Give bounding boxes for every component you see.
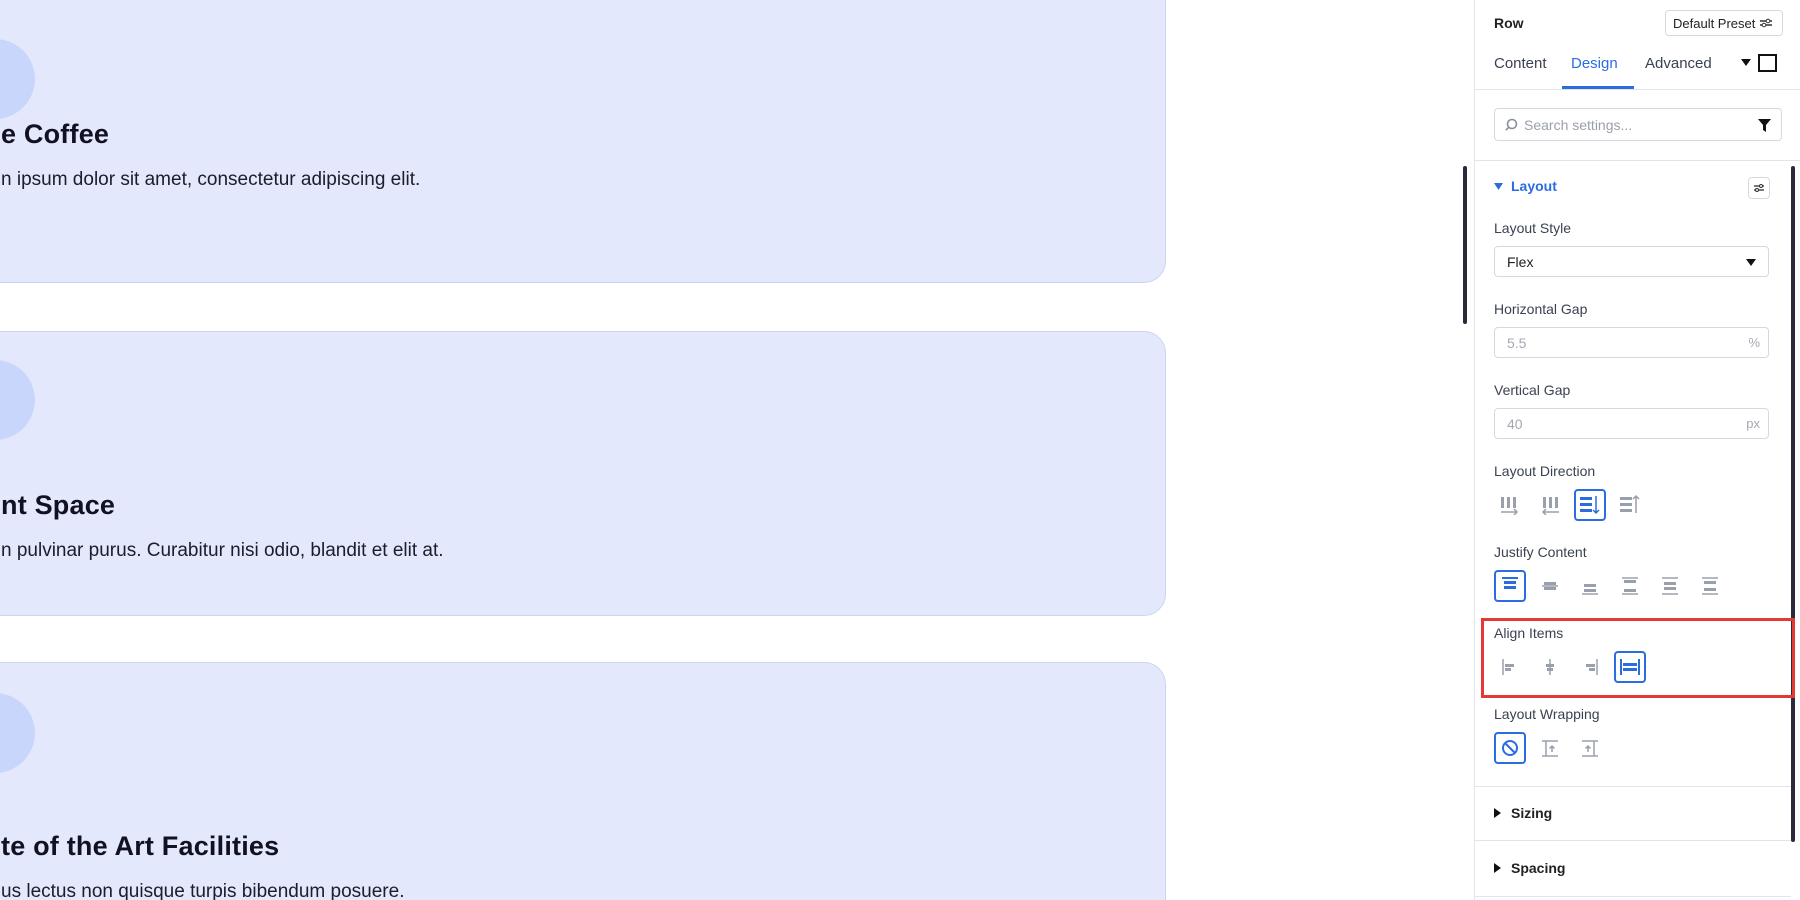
align-center-button[interactable] <box>1534 651 1566 683</box>
panel-header: Row Default Preset Content Design Advanc… <box>1475 0 1800 90</box>
panel-divider <box>1475 160 1800 161</box>
feature-card: nt Space n pulvinar purus. Curabitur nis… <box>0 331 1166 616</box>
feature-card: e Coffee n ipsum dolor sit amet, consect… <box>0 0 1166 283</box>
direction-row-icon <box>1501 497 1519 515</box>
horizontal-gap-value: 5.5 <box>1507 334 1527 351</box>
wrap-reverse-icon <box>1582 740 1598 757</box>
card-text: n pulvinar purus. Curabitur nisi odio, b… <box>1 540 444 561</box>
preset-options-icon <box>1760 18 1773 28</box>
align-center-icon <box>1546 659 1554 675</box>
layout-style-select[interactable]: Flex <box>1494 246 1769 277</box>
icon-badge <box>0 693 35 773</box>
section-divider <box>1475 840 1791 841</box>
no-wrap-icon <box>1502 740 1518 756</box>
horizontal-gap-unit[interactable]: % <box>1748 335 1760 350</box>
search-placeholder: Search settings... <box>1524 116 1633 133</box>
no-wrap-button[interactable] <box>1494 732 1526 764</box>
direction-column-icon <box>1580 496 1600 515</box>
caret-down-icon[interactable] <box>1741 59 1751 66</box>
justify-space-between-icon <box>1622 577 1638 595</box>
align-end-button[interactable] <box>1574 651 1606 683</box>
icon-badge <box>0 360 35 440</box>
wrap-reverse-button[interactable] <box>1574 732 1606 764</box>
section-title: Layout <box>1511 178 1557 194</box>
page-canvas: e Coffee n ipsum dolor sit amet, consect… <box>0 0 1474 900</box>
wrap-icon <box>1542 740 1558 757</box>
layout-section-toggle[interactable]: Layout <box>1494 178 1557 194</box>
align-stretch-icon <box>1620 659 1640 675</box>
vertical-gap-unit[interactable]: px <box>1746 416 1760 431</box>
justify-space-around-button[interactable] <box>1654 570 1686 602</box>
direction-row-reverse-button[interactable] <box>1534 489 1566 521</box>
vertical-gap-label: Vertical Gap <box>1494 382 1571 398</box>
justify-start-icon <box>1502 577 1518 589</box>
filter-icon[interactable] <box>1758 119 1771 132</box>
preset-button[interactable]: Default Preset <box>1665 10 1783 36</box>
tab-content[interactable]: Content <box>1494 55 1547 72</box>
justify-center-icon <box>1542 582 1558 590</box>
justify-end-button[interactable] <box>1574 570 1606 602</box>
justify-space-around-icon <box>1662 577 1678 595</box>
card-text: us lectus non quisque turpis bibendum po… <box>1 881 405 900</box>
active-tab-indicator <box>1562 86 1634 89</box>
align-start-button[interactable] <box>1494 651 1526 683</box>
horizontal-gap-input[interactable]: 5.5 % <box>1494 327 1769 358</box>
align-end-icon <box>1586 659 1598 675</box>
justify-center-button[interactable] <box>1534 570 1566 602</box>
justify-space-evenly-button[interactable] <box>1694 570 1726 602</box>
card-title: e Coffee <box>1 119 110 149</box>
layout-wrapping-label: Layout Wrapping <box>1494 706 1600 722</box>
section-divider <box>1475 896 1791 897</box>
align-start-icon <box>1502 659 1514 675</box>
search-settings-field[interactable]: Search settings... <box>1494 108 1782 141</box>
justify-content-label: Justify Content <box>1494 544 1587 560</box>
vertical-gap-input[interactable]: 40 px <box>1494 408 1769 439</box>
spacing-label: Spacing <box>1511 860 1566 876</box>
justify-end-icon <box>1582 584 1598 595</box>
square-toggle-icon[interactable] <box>1758 54 1777 72</box>
card-title: te of the Art Facilities <box>1 831 280 861</box>
layout-style-label: Layout Style <box>1494 220 1572 236</box>
justify-space-between-button[interactable] <box>1614 570 1646 602</box>
panel-scrollbar[interactable] <box>1791 166 1795 842</box>
tab-design[interactable]: Design <box>1571 55 1618 72</box>
align-stretch-button[interactable] <box>1614 651 1646 683</box>
direction-column-button[interactable] <box>1574 489 1606 521</box>
search-icon <box>1505 118 1518 131</box>
align-items-label: Align Items <box>1494 625 1564 641</box>
panel-title: Row <box>1494 15 1524 31</box>
direction-row-reverse-icon <box>1541 497 1559 515</box>
direction-column-reverse-icon <box>1620 495 1640 513</box>
layout-direction-label: Layout Direction <box>1494 463 1596 479</box>
direction-column-reverse-button[interactable] <box>1614 489 1646 521</box>
panel-tabs: Content Design Advanced <box>1475 50 1800 90</box>
caret-right-icon <box>1494 863 1501 873</box>
card-title: nt Space <box>1 490 116 520</box>
spacing-section-toggle[interactable]: Spacing <box>1494 860 1565 876</box>
wrap-button[interactable] <box>1534 732 1566 764</box>
direction-row-button[interactable] <box>1494 489 1526 521</box>
preset-label: Default Preset <box>1673 15 1756 31</box>
sizing-section-toggle[interactable]: Sizing <box>1494 805 1552 821</box>
tab-advanced[interactable]: Advanced <box>1645 55 1712 72</box>
vertical-gap-value: 40 <box>1507 415 1523 432</box>
caret-down-icon <box>1494 182 1503 190</box>
horizontal-gap-label: Horizontal Gap <box>1494 301 1588 317</box>
caret-down-icon <box>1746 259 1756 266</box>
preset-options-icon <box>1754 184 1764 192</box>
justify-space-evenly-icon <box>1702 577 1718 595</box>
card-text: n ipsum dolor sit amet, consectetur adip… <box>1 169 421 190</box>
canvas-scrollbar[interactable] <box>1463 166 1467 324</box>
section-options-button[interactable] <box>1748 177 1770 199</box>
feature-card: te of the Art Facilities us lectus non q… <box>0 662 1166 900</box>
layout-style-value: Flex <box>1507 253 1534 270</box>
section-divider <box>1475 786 1791 787</box>
sizing-label: Sizing <box>1511 805 1553 821</box>
icon-badge <box>0 39 35 119</box>
justify-start-button[interactable] <box>1494 570 1526 602</box>
caret-right-icon <box>1494 808 1501 818</box>
settings-panel: Row Default Preset Content Design Advanc… <box>1474 0 1800 900</box>
